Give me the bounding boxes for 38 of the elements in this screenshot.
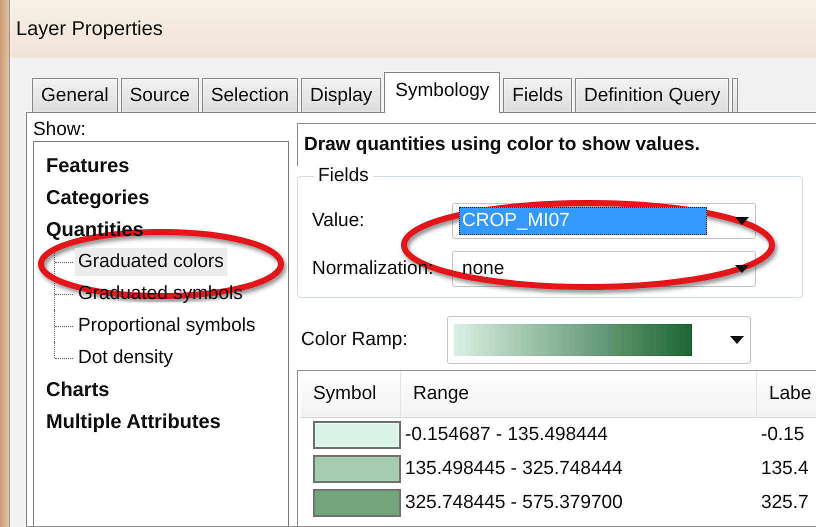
table-cell: -0.15 [761, 424, 804, 445]
tab[interactable]: Display [300, 78, 382, 112]
column-header[interactable]: Symbol [301, 371, 401, 417]
tab[interactable]: Symbology [384, 72, 500, 113]
tree-item[interactable]: Categories [46, 182, 288, 214]
tree-item[interactable]: Graduated colors [75, 248, 227, 276]
tab[interactable]: Fields [503, 78, 572, 112]
caret-icon [735, 217, 749, 225]
table-cell: 325.7 [761, 492, 809, 513]
window-title: Layer Properties [16, 18, 163, 40]
tree-item[interactable]: Proportional symbols [75, 312, 258, 340]
show-label: Show: [33, 119, 87, 141]
caret-icon [735, 265, 749, 273]
table-cell: 135.4 [761, 458, 809, 479]
tree-item[interactable]: Charts [46, 374, 288, 406]
tree-item[interactable]: Quantities [46, 214, 288, 246]
tree-item[interactable]: Features [46, 150, 288, 182]
color-ramp-dropdown[interactable] [447, 316, 751, 364]
caret-icon [730, 336, 744, 344]
tab[interactable]: Source [120, 78, 199, 112]
symbol-swatch[interactable] [313, 421, 401, 449]
tab[interactable]: General [32, 78, 118, 112]
tree-item[interactable]: Dot density [75, 344, 176, 372]
column-header[interactable]: Range [401, 371, 757, 417]
table-cell: -0.154687 - 135.498444 [405, 424, 608, 445]
tree-item[interactable]: Multiple Attributes [46, 406, 288, 438]
tab[interactable]: Selection [202, 78, 298, 112]
table-cell: 325.748445 - 575.379700 [405, 492, 623, 513]
partial-tab[interactable] [732, 78, 738, 112]
field-label: Color Ramp: [301, 329, 409, 351]
description-text: Draw quantities using color to show values. [304, 134, 700, 156]
field-label: Normalization: [312, 258, 434, 280]
symbol-swatch[interactable] [313, 455, 401, 483]
table-cell: 135.498445 - 325.748444 [405, 458, 623, 479]
field-label: Value: [312, 210, 366, 232]
symbol-swatch[interactable] [313, 489, 401, 517]
column-header[interactable]: Labe [757, 371, 816, 417]
tab[interactable]: Definition Query [574, 78, 730, 112]
